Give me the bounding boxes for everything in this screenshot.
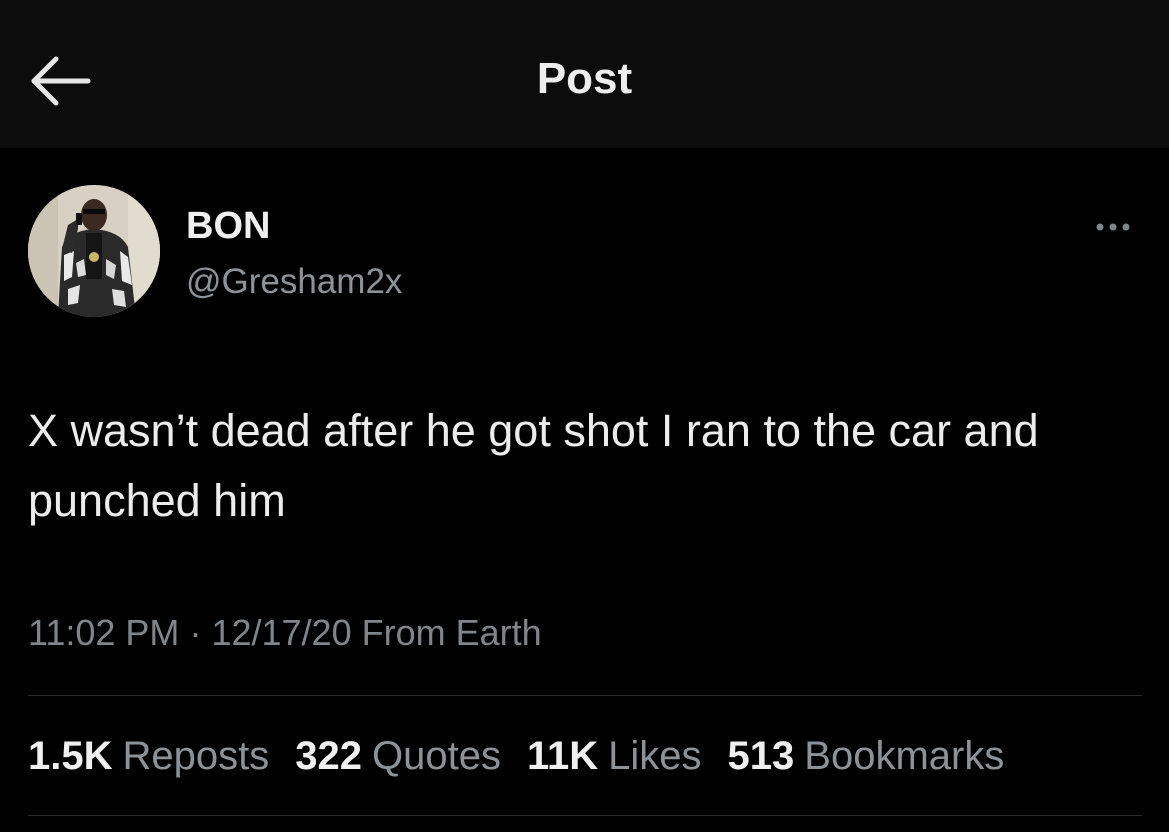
reposts-label: Reposts <box>122 734 270 778</box>
profile-photo <box>28 185 160 317</box>
top-bar: Post <box>0 0 1169 148</box>
user-handle[interactable]: @Gresham2x <box>186 262 402 302</box>
quotes-label: Quotes <box>372 734 501 778</box>
reposts-stat[interactable]: 1.5K Reposts <box>28 734 269 779</box>
page-title: Post <box>536 54 633 103</box>
quotes-stat[interactable]: 322 Quotes <box>295 734 501 779</box>
post-time[interactable]: 11:02 PM <box>28 612 179 653</box>
quotes-count: 322 <box>295 734 362 778</box>
likes-stat[interactable]: 11K Likes <box>527 734 702 779</box>
meta-separator: · <box>189 612 202 653</box>
post-source: From Earth <box>361 612 542 653</box>
divider <box>28 695 1142 696</box>
engagement-stats: 1.5K Reposts 322 Quotes 11K Likes 513 Bookma… <box>28 734 1030 779</box>
likes-count: 11K <box>526 734 599 778</box>
more-horizontal-icon <box>1096 223 1130 231</box>
post-text: X wasn’t dead after he got shot I ran to… <box>28 405 1039 526</box>
avatar[interactable] <box>28 185 160 317</box>
more-options-button[interactable] <box>1088 214 1148 244</box>
bookmarks-count: 513 <box>727 734 795 778</box>
divider <box>28 815 1142 816</box>
bookmarks-label: Bookmarks <box>804 734 1005 778</box>
display-name[interactable]: BON <box>186 205 270 248</box>
bookmarks-stat[interactable]: 513 Bookmarks <box>728 734 1005 779</box>
likes-label: Likes <box>608 734 702 778</box>
reposts-count: 1.5K <box>28 734 113 778</box>
post: BON @Gresham2x X wasn’t dead after he go… <box>0 148 1169 832</box>
post-date[interactable]: 12/17/20 <box>211 612 351 653</box>
post-timestamp: 11:02 PM · 12/17/20 From Earth <box>28 612 542 654</box>
